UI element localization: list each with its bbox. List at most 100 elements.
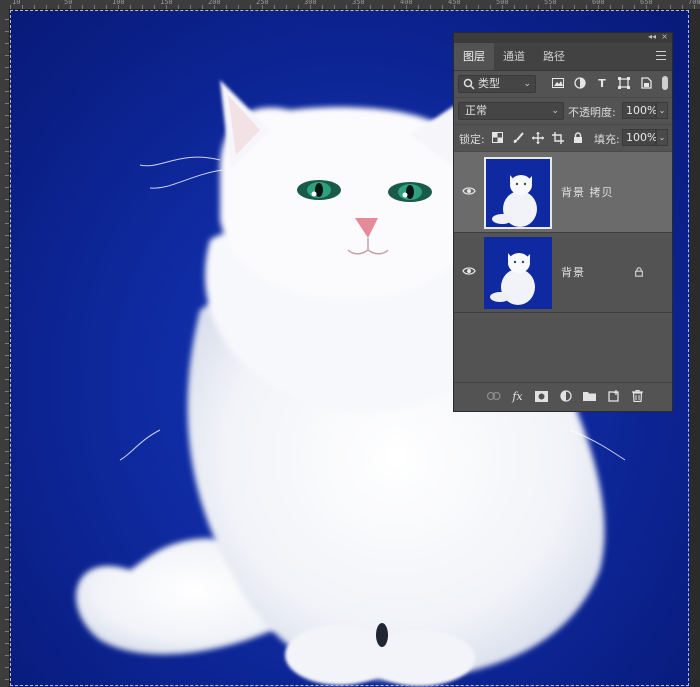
ruler-tick: [574, 5, 575, 9]
tab-paths[interactable]: 路径: [534, 43, 574, 70]
ruler-tick: [5, 523, 9, 524]
filter-toggle-switch[interactable]: [662, 76, 668, 90]
layers-list: 背景 拷贝 背景: [454, 152, 672, 313]
ruler-tick: [5, 619, 9, 620]
ruler-tick: [34, 5, 35, 9]
ruler-tick: [5, 43, 9, 44]
tab-channels[interactable]: 通道: [494, 43, 534, 70]
close-panel-icon[interactable]: ×: [661, 32, 668, 42]
ruler-tick: [5, 115, 9, 116]
ruler-tick: [5, 355, 9, 356]
ruler-tick: [454, 5, 455, 9]
ruler-tick: [142, 5, 143, 9]
opacity-input[interactable]: 100%: [622, 102, 657, 119]
type-filter-icon[interactable]: T: [594, 75, 610, 91]
opacity-label: 不透明度:: [568, 106, 616, 119]
layer-name[interactable]: 背景 拷贝: [561, 184, 614, 200]
ruler-tick: [5, 427, 9, 428]
ruler-tick: [94, 5, 95, 9]
ruler-tick: [5, 679, 9, 680]
lock-artboard-icon[interactable]: [550, 130, 565, 145]
layer-row-background[interactable]: 背景: [454, 232, 672, 313]
ruler-tick: [322, 5, 323, 9]
trash-icon[interactable]: [630, 388, 645, 404]
tab-layers[interactable]: 图层: [454, 43, 494, 70]
lock-all-icon[interactable]: [570, 130, 585, 145]
filter-kind-dropdown[interactable]: 类型 ⌄: [458, 75, 536, 93]
ruler-tick: [610, 5, 611, 9]
ruler-tick: [5, 19, 9, 20]
layer-thumbnail: [484, 237, 552, 309]
ruler-tick: [634, 5, 635, 9]
ruler-tick: [5, 223, 9, 224]
ruler-tick: [274, 5, 275, 9]
ruler-tick: [70, 5, 71, 9]
lock-position-icon[interactable]: [530, 130, 545, 145]
ruler-tick: [418, 5, 419, 9]
blend-mode-dropdown[interactable]: 正常 ⌄: [458, 102, 564, 120]
ruler-tick: [526, 5, 527, 9]
ruler-tick: [550, 5, 551, 9]
ruler-tick: [5, 571, 9, 572]
ruler-tick: [5, 367, 9, 368]
ruler-tick: [118, 5, 119, 9]
ruler-tick: [5, 667, 9, 668]
panel-menu-icon[interactable]: [656, 51, 666, 60]
ruler-tick: [514, 5, 515, 9]
blend-opacity-row: 正常 ⌄ 不透明度: 100% ⌄: [454, 98, 672, 125]
ruler-tick: [5, 319, 9, 320]
eye-visibility-icon[interactable]: [462, 186, 476, 196]
ruler-tick: [358, 5, 359, 9]
filter-kind-label: 类型: [478, 77, 500, 90]
ruler-tick: [490, 5, 491, 9]
blend-mode-value: 正常: [465, 104, 487, 117]
layer-row-background-copy[interactable]: 背景 拷贝: [454, 152, 672, 233]
fx-icon[interactable]: fx: [510, 388, 525, 404]
ruler-tick: [5, 211, 9, 212]
group-folder-icon[interactable]: [582, 388, 597, 404]
lock-transparent-icon[interactable]: [490, 130, 505, 145]
fill-input[interactable]: 100%: [622, 129, 657, 146]
ruler-tick: [598, 5, 599, 9]
ruler-tick: [214, 5, 215, 9]
ruler-tick: [262, 5, 263, 9]
shape-filter-icon[interactable]: [616, 75, 632, 91]
collapse-panel-icon[interactable]: ◂◂: [648, 32, 656, 42]
ruler-tick: [430, 5, 431, 9]
lock-image-icon[interactable]: [510, 130, 525, 145]
ruler-tick: [226, 5, 227, 9]
ruler-tick: [5, 595, 9, 596]
ruler-tick: [190, 5, 191, 9]
mask-icon[interactable]: [534, 388, 549, 404]
layers-panel[interactable]: ◂◂ × 图层 通道 路径 类型 ⌄ T 正常 ⌄ 不透明度: 100% ⌄ 锁…: [453, 32, 673, 412]
ruler-tick: [5, 331, 9, 332]
vertical-ruler: [0, 9, 10, 687]
new-layer-icon[interactable]: [606, 388, 621, 404]
ruler-tick: [5, 79, 9, 80]
lock-label: 锁定:: [459, 133, 485, 146]
ruler-tick: [82, 5, 83, 9]
ruler-tick: [670, 5, 671, 9]
link-layers-icon[interactable]: [486, 388, 501, 404]
adjustment-filter-icon[interactable]: [572, 75, 588, 91]
ruler-tick: [5, 559, 9, 560]
layer-name[interactable]: 背景: [561, 264, 585, 280]
ruler-tick: [46, 5, 47, 9]
image-filter-icon[interactable]: [550, 75, 566, 91]
ruler-tick: [166, 5, 167, 9]
smart-object-filter-icon[interactable]: [638, 75, 654, 91]
ruler-tick: [58, 5, 59, 9]
ruler-tick: [5, 607, 9, 608]
ruler-tick: [154, 5, 155, 9]
panel-title-bar[interactable]: ◂◂ ×: [454, 32, 672, 43]
ruler-tick: [5, 475, 9, 476]
ruler-tick: [502, 5, 503, 9]
ruler-tick: [5, 295, 9, 296]
eye-visibility-icon[interactable]: [462, 266, 476, 276]
ruler-tick: [370, 5, 371, 9]
opacity-dropdown-arrow[interactable]: ⌄: [656, 102, 668, 119]
fill-dropdown-arrow[interactable]: ⌄: [656, 129, 668, 146]
ruler-tick: [5, 379, 9, 380]
layer-lock-icon[interactable]: [634, 267, 644, 277]
adjustment-layer-icon[interactable]: [558, 388, 573, 404]
